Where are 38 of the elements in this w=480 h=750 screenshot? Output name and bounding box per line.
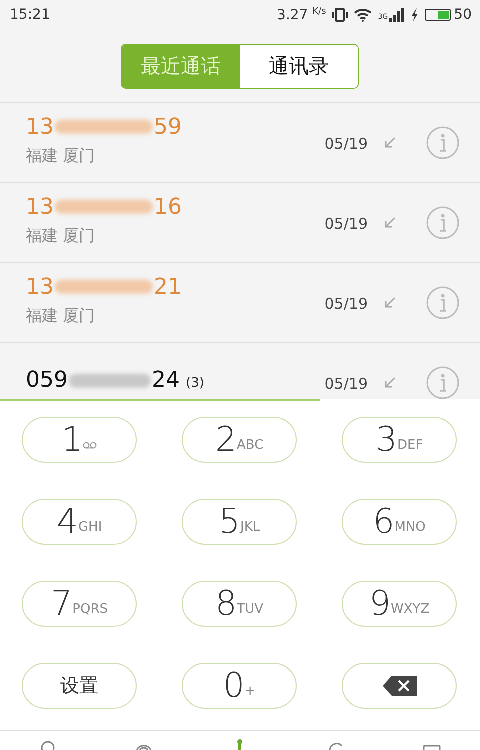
phone-number: 13 16 xyxy=(26,194,182,220)
battery-icon xyxy=(425,9,452,21)
signal-icon xyxy=(389,8,406,22)
battery-percent: 50 xyxy=(454,7,472,23)
phone-number: 059 24 xyxy=(26,368,180,393)
wifi-icon xyxy=(354,8,372,22)
dial-key[interactable]: 9 WXYZ xyxy=(342,581,457,627)
vibrate-icon xyxy=(332,8,348,22)
network-speed: 3.27 $^{K/s}$ xyxy=(277,6,326,24)
dial-key[interactable]: 2 ABC xyxy=(182,417,297,463)
dial-key[interactable]: 4 GHI xyxy=(22,499,137,545)
dial-key[interactable]: 1 xyxy=(22,417,137,463)
call-date: 05/19 xyxy=(324,214,368,232)
dial-key[interactable]: 0+ xyxy=(182,663,297,709)
call-date: 05/19 xyxy=(324,134,368,152)
caller-location: 福建 厦门 xyxy=(26,306,96,326)
phone-number: 13 21 xyxy=(26,274,182,300)
call-count: (3) xyxy=(186,376,204,391)
call-date: 05/19 xyxy=(324,294,368,312)
incoming-call-icon xyxy=(384,376,396,388)
dial-key[interactable]: 设置 xyxy=(22,663,137,709)
caller-location: 福建 厦门 xyxy=(26,226,96,246)
dial-key[interactable]: 8 TUV xyxy=(182,581,297,627)
dial-key[interactable]: 3 DEF xyxy=(342,417,457,463)
phone-number: 13 59 xyxy=(26,114,182,140)
caller-location: 福建 厦门 xyxy=(26,146,96,166)
delete-key[interactable] xyxy=(342,663,457,709)
dial-key[interactable]: 6 MNO xyxy=(342,499,457,545)
call-date: 05/19 xyxy=(324,374,368,392)
backspace-icon xyxy=(382,676,416,696)
dial-key[interactable]: 7 PQRS xyxy=(22,581,137,627)
incoming-call-icon xyxy=(384,216,396,228)
incoming-call-icon xyxy=(384,296,396,308)
dial-key[interactable]: 5JKL xyxy=(182,499,297,545)
tab[interactable]: 通讯录 xyxy=(240,44,358,88)
incoming-call-icon xyxy=(384,136,396,148)
status-time: 15:21 xyxy=(10,7,50,23)
charging-icon xyxy=(411,8,420,22)
